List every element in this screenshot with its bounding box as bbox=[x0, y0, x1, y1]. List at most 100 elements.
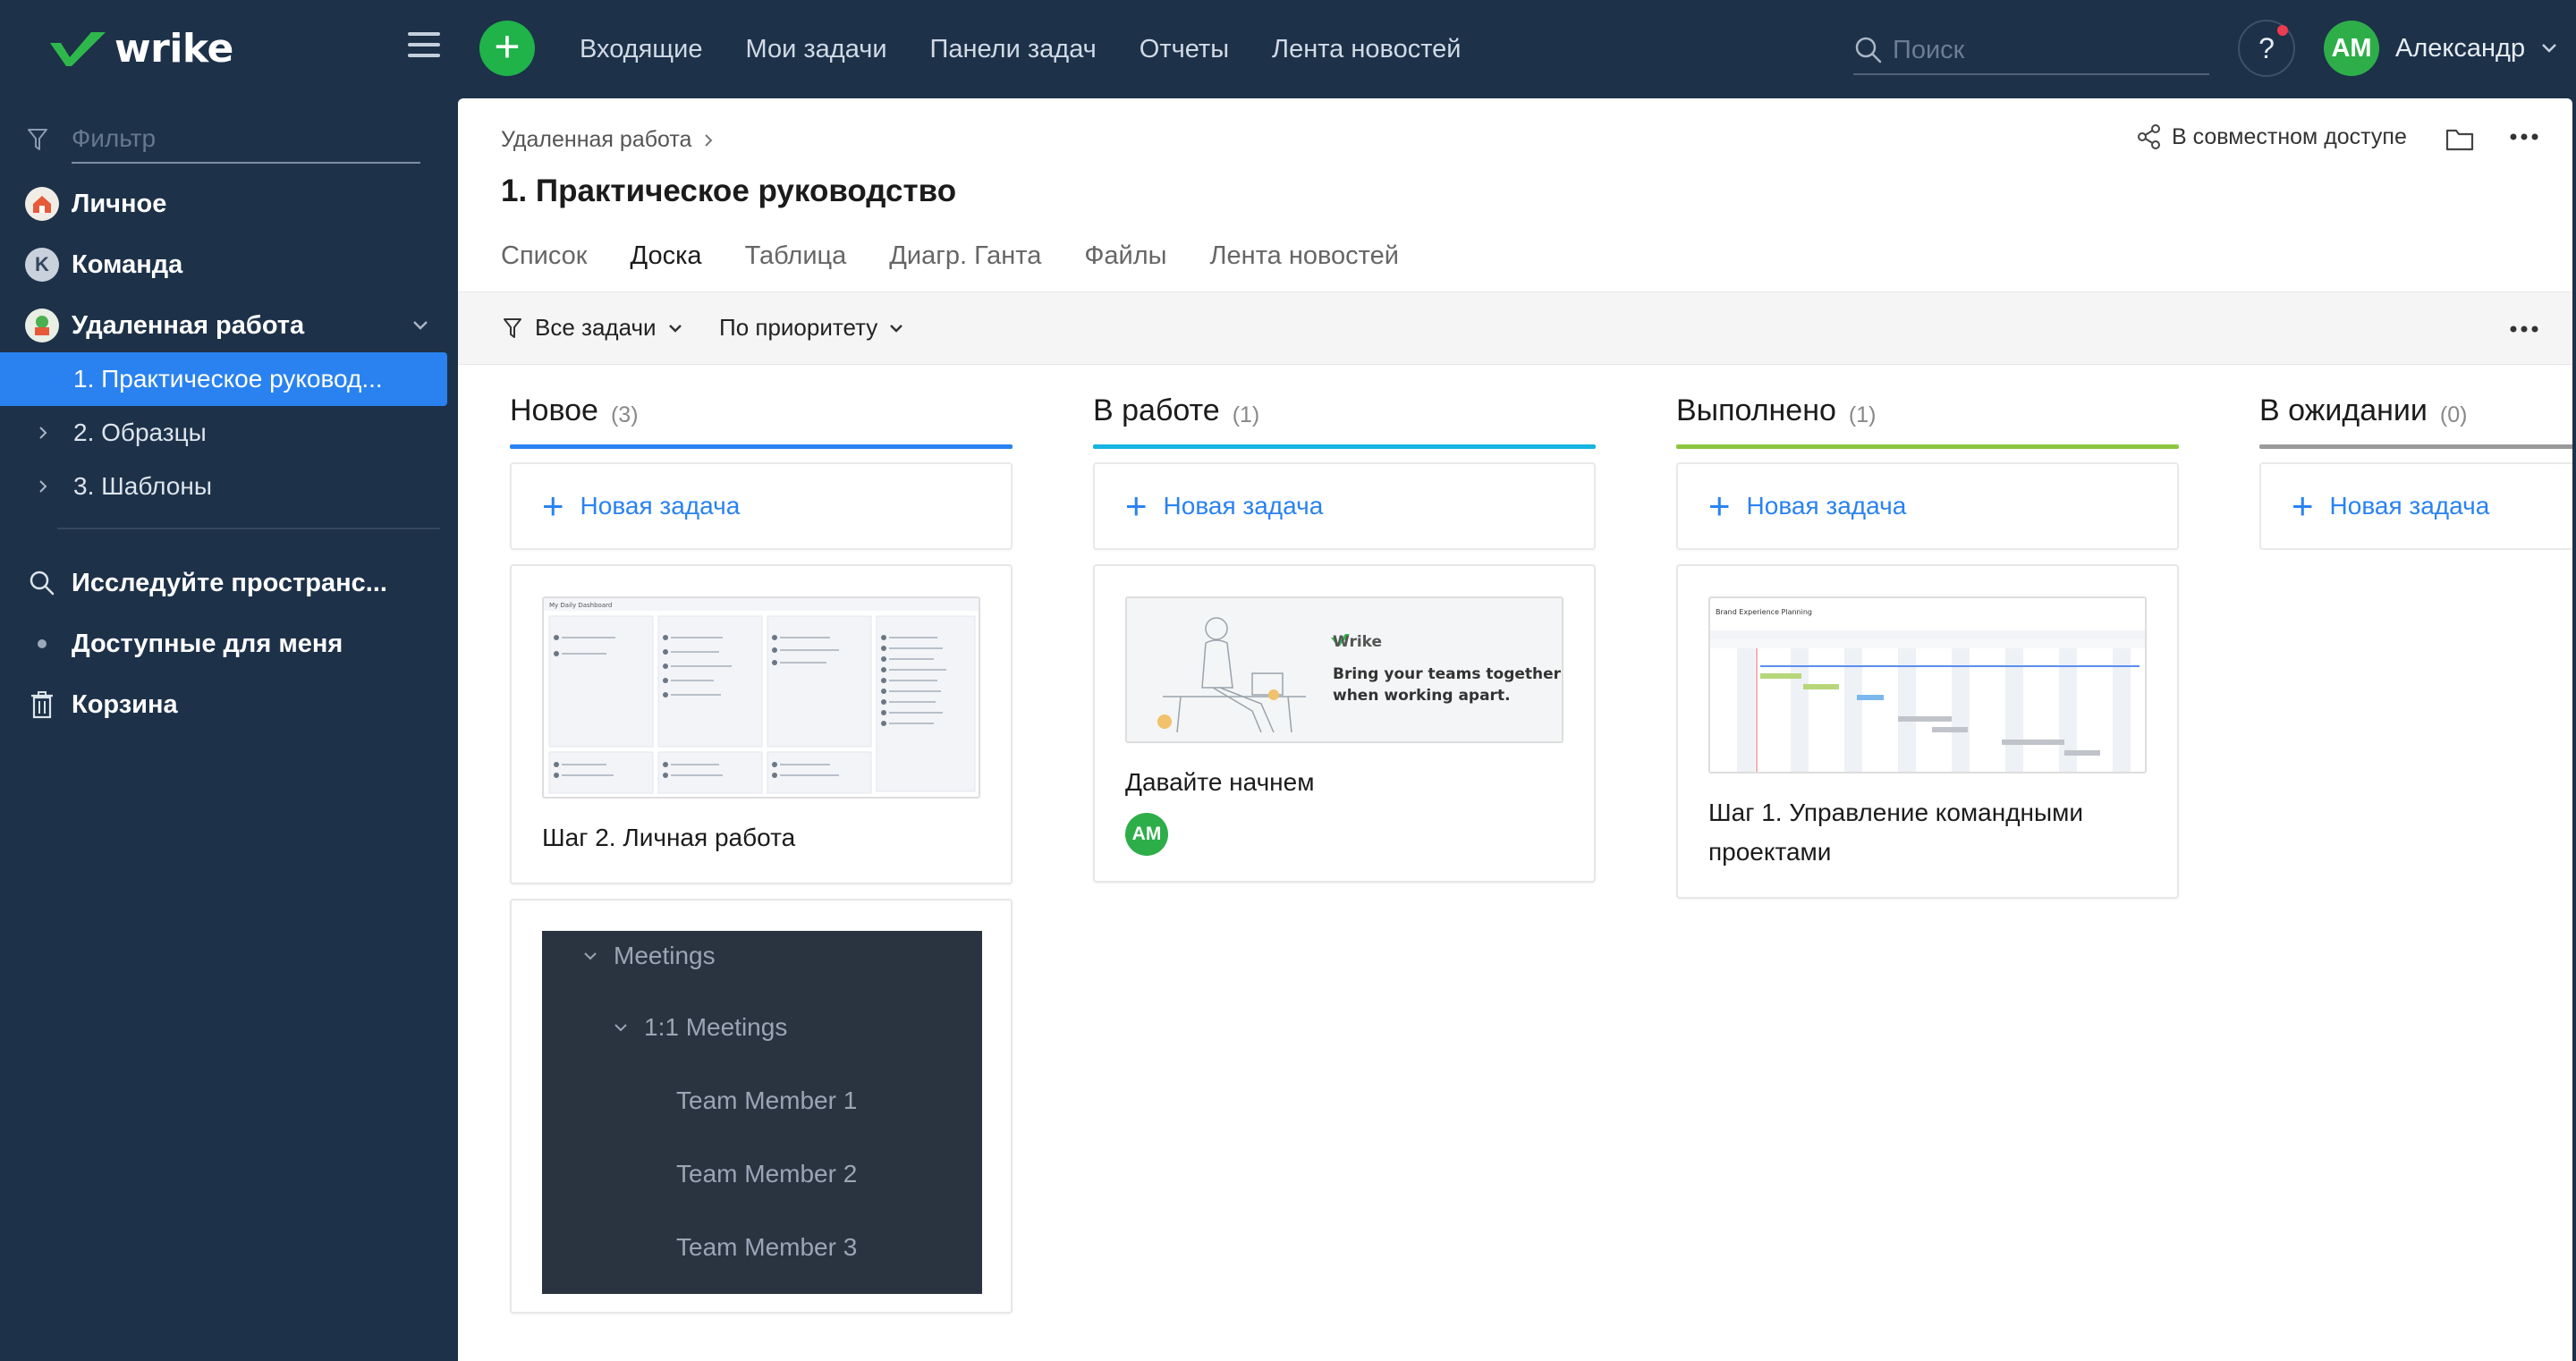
chevron-right-icon bbox=[705, 133, 713, 147]
nav-inbox[interactable]: Входящие bbox=[580, 35, 703, 64]
sidebar-subitem-templates[interactable]: 3. Шаблоны bbox=[0, 460, 447, 513]
tab-list[interactable]: Список bbox=[501, 241, 588, 295]
user-name: Александр bbox=[2395, 33, 2526, 63]
breadcrumb[interactable]: Удаленная работа bbox=[501, 127, 713, 153]
sidebar-item-trash[interactable]: Корзина bbox=[0, 678, 458, 731]
tab-gantt[interactable]: Диагр. Ганта bbox=[889, 241, 1041, 295]
sidebar-item-personal[interactable]: Личное bbox=[0, 177, 458, 231]
sidebar: Личное K Команда Удаленная работа 1. Пра… bbox=[0, 98, 458, 1361]
sidebar-item-label: Личное bbox=[72, 189, 167, 218]
nav-reports[interactable]: Отчеты bbox=[1140, 35, 1229, 64]
column-title: Выполнено bbox=[1676, 393, 1836, 427]
task-card-title: Шаг 1. Управление командными проектами bbox=[1708, 799, 2084, 866]
breadcrumb-item[interactable]: Удаленная работа bbox=[501, 127, 691, 153]
meetings-thumbnail: Meetings 1:1 Meetings Team Member 1 Team… bbox=[542, 931, 982, 1294]
sidebar-subitem-samples[interactable]: 2. Образцы bbox=[0, 406, 447, 460]
sidebar-filter-input[interactable] bbox=[72, 115, 420, 164]
new-task-button[interactable]: + Новая задача bbox=[510, 462, 1013, 550]
menu-hamburger-icon[interactable] bbox=[408, 32, 440, 61]
search-input[interactable] bbox=[1893, 35, 2197, 65]
assignee-avatar[interactable]: АМ bbox=[1125, 813, 1168, 856]
new-task-button[interactable]: + Новая задача bbox=[1093, 462, 1596, 550]
banner-text-2: when working apart. bbox=[1333, 687, 1511, 705]
task-card[interactable]: Wrike Bring your teams together when wor… bbox=[1093, 564, 1596, 883]
plus-icon: + bbox=[2292, 485, 2314, 527]
tab-table[interactable]: Таблица bbox=[745, 241, 847, 295]
house-icon bbox=[25, 187, 59, 221]
new-task-button[interactable]: + Новая задача bbox=[1676, 462, 2179, 550]
column-color-bar bbox=[2259, 444, 2572, 449]
filter-icon bbox=[28, 129, 47, 150]
tab-board[interactable]: Доска bbox=[630, 241, 702, 297]
sort-label: По приоритету bbox=[719, 314, 878, 341]
sidebar-item-team[interactable]: K Команда bbox=[0, 238, 458, 292]
sidebar-subitem-label: 2. Образцы bbox=[73, 418, 207, 446]
sidebar-filter bbox=[27, 113, 422, 166]
page-title: 1. Практическое руководство bbox=[501, 173, 957, 208]
dot-icon bbox=[25, 627, 59, 661]
sidebar-item-remote-work[interactable]: Удаленная работа bbox=[0, 299, 458, 352]
chevron-down-icon bbox=[890, 324, 903, 333]
thumb-row: 1:1 Meetings bbox=[614, 1013, 787, 1042]
wrike-check-icon bbox=[50, 32, 106, 66]
thumb-row: Team Member 1 bbox=[676, 1086, 858, 1114]
main-panel: Удаленная работа 1. Практическое руковод… bbox=[458, 98, 2572, 1361]
column-title: Новое bbox=[510, 393, 598, 427]
new-task-label: Новая задача bbox=[580, 492, 741, 520]
task-card[interactable]: Brand Experience Planning Шаг 1. Управле… bbox=[1676, 564, 2179, 899]
tab-stream[interactable]: Лента новостей bbox=[1210, 241, 1399, 295]
chevron-right-icon[interactable] bbox=[36, 479, 50, 494]
more-options-icon[interactable] bbox=[2510, 325, 2538, 334]
top-bar: wrike + Входящие Мои задачи Панели задач… bbox=[0, 0, 2576, 98]
task-filter-dropdown[interactable]: Все задачи bbox=[503, 314, 683, 342]
task-filter-label: Все задачи bbox=[535, 314, 657, 341]
banner-text-1: Bring your teams together bbox=[1333, 665, 1562, 683]
share-button[interactable]: В совместном доступе bbox=[2136, 123, 2407, 150]
remote-work-icon bbox=[25, 309, 59, 342]
user-avatar: АМ bbox=[2324, 21, 2379, 76]
nav-stream[interactable]: Лента новостей bbox=[1272, 35, 1461, 64]
chevron-down-icon[interactable] bbox=[411, 319, 429, 332]
column-count: (1) bbox=[1848, 402, 1877, 427]
chevron-down-icon bbox=[584, 952, 597, 960]
task-card-title: Шаг 2. Личная работа bbox=[542, 824, 796, 851]
task-card[interactable]: Meetings 1:1 Meetings Team Member 1 Team… bbox=[510, 899, 1013, 1314]
nav-dashboards[interactable]: Панели задач bbox=[930, 35, 1097, 64]
sidebar-subitem-guide[interactable]: 1. Практическое руковод... bbox=[0, 352, 447, 406]
thumb-row: Meetings bbox=[583, 942, 716, 970]
notification-dot-icon bbox=[2277, 25, 2288, 36]
chevron-down-icon bbox=[614, 1024, 627, 1032]
chevron-down-icon bbox=[2542, 44, 2556, 53]
column-count: (3) bbox=[610, 402, 639, 427]
sort-dropdown[interactable]: По приоритету bbox=[719, 314, 904, 342]
banner-brand: Wrike bbox=[1333, 633, 1382, 651]
sidebar-item-label: Команда bbox=[72, 249, 183, 279]
welcome-banner-thumbnail: Wrike Bring your teams together when wor… bbox=[1125, 596, 1563, 743]
column-count: (1) bbox=[1232, 402, 1260, 427]
task-card-title: Давайте начнем bbox=[1125, 768, 1315, 796]
logo-text: wrike bbox=[114, 25, 233, 72]
column-title: В работе bbox=[1093, 393, 1220, 427]
sidebar-divider bbox=[57, 528, 440, 529]
board-column-in-progress: В работе (1) + Новая задача Wrike Bring … bbox=[1093, 393, 1596, 883]
new-task-button[interactable]: + Новая задача bbox=[2259, 462, 2572, 550]
sidebar-item-shared-with-me[interactable]: Доступные для меня bbox=[0, 617, 458, 671]
folder-icon[interactable] bbox=[2445, 127, 2474, 152]
new-task-label: Новая задача bbox=[2329, 492, 2490, 520]
top-navigation: Входящие Мои задачи Панели задач Отчеты … bbox=[580, 0, 1504, 98]
chevron-right-icon[interactable] bbox=[36, 426, 50, 440]
thumb-title: Brand Experience Planning bbox=[1716, 608, 1812, 616]
nav-my-tasks[interactable]: Мои задачи bbox=[746, 35, 887, 64]
team-letter-icon: K bbox=[25, 248, 59, 282]
dashboard-thumbnail: My Daily Dashboard bbox=[542, 596, 980, 799]
create-new-button[interactable]: + bbox=[479, 21, 535, 76]
sidebar-item-explore[interactable]: Исследуйте пространс... bbox=[0, 556, 458, 610]
task-card[interactable]: My Daily Dashboard Шаг 2. Личная работа bbox=[510, 564, 1013, 884]
plus-icon: + bbox=[1125, 485, 1148, 527]
user-menu[interactable]: АМ Александр bbox=[2324, 20, 2557, 77]
help-button[interactable]: ? bbox=[2238, 20, 2295, 77]
more-options-icon[interactable] bbox=[2510, 132, 2538, 141]
plus-icon: + bbox=[1708, 485, 1731, 527]
wrike-logo[interactable]: wrike bbox=[48, 25, 233, 72]
tab-files[interactable]: Файлы bbox=[1084, 241, 1166, 295]
